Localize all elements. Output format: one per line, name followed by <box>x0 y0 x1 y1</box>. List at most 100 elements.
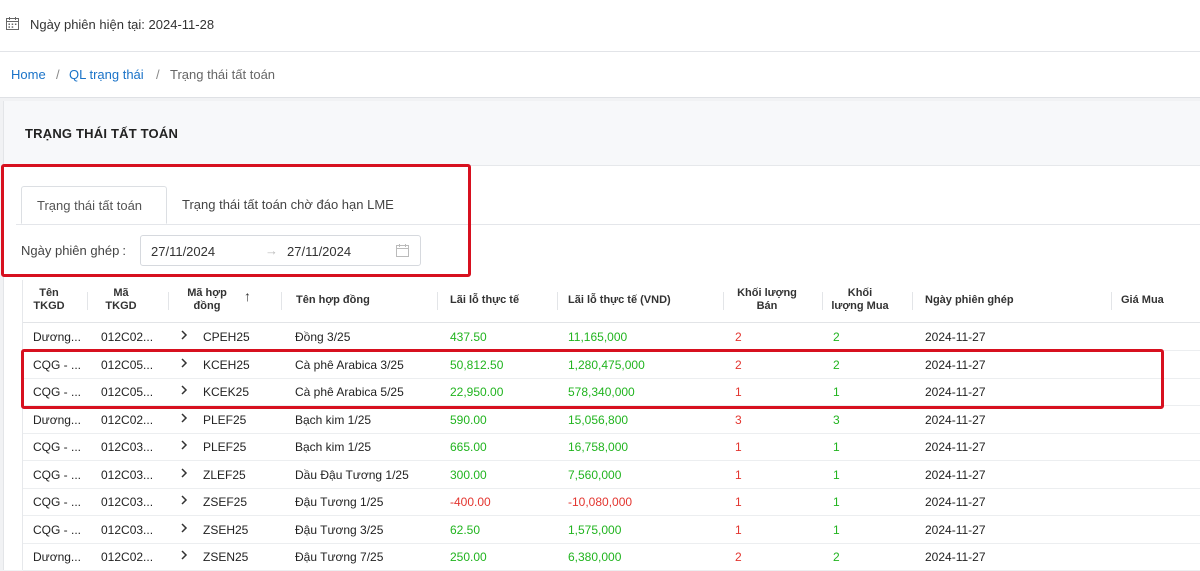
cell-pnl: 62.50 <box>450 522 481 537</box>
chevron-right-icon[interactable] <box>179 438 189 452</box>
cell-account-code: 012C05... <box>101 357 154 372</box>
chevron-right-icon[interactable] <box>179 466 189 480</box>
cell-account-name: CQG - ... <box>33 357 81 372</box>
calendar-icon[interactable] <box>396 244 409 257</box>
chevron-right-icon[interactable] <box>179 411 189 425</box>
cell-pnl: 22,950.00 <box>450 385 504 399</box>
cell-account-name: CQG - ... <box>33 440 81 454</box>
date-range-picker[interactable]: 27/11/2024 → 27/11/2024 <box>140 235 421 266</box>
cell-match-date: 2024-11-27 <box>925 550 986 564</box>
cell-pnl-vnd: 15,056,800 <box>568 412 629 427</box>
tab-settlement-status[interactable]: Trạng thái tất toán <box>21 186 167 224</box>
chevron-right-icon[interactable] <box>179 328 189 342</box>
calendar-icon <box>6 17 19 30</box>
chevron-right-icon[interactable] <box>179 493 189 507</box>
table-row[interactable]: Dương... 012C02... ZSEN25 Đậu Tương 7/25 250… <box>23 543 1200 571</box>
table-row[interactable]: Dương... 012C02... CPEH25 Đồng 3/25 437.50 11… <box>23 323 1200 351</box>
col-header-pnl-vnd[interactable]: Lãi lỗ thực tế (VND) <box>568 294 671 307</box>
table-row[interactable]: CQG - ... 012C05... KCEK25 Cà phê Arabica 5… <box>23 378 1200 406</box>
column-separator <box>87 292 88 310</box>
cell-pnl: 665.00 <box>450 440 487 454</box>
col-header-buy-volume[interactable]: Khối lượng Mua <box>829 287 891 313</box>
cell-account-code: 012C02... <box>101 330 154 344</box>
breadcrumb-home-link[interactable]: Home <box>11 67 46 82</box>
breadcrumb-current: Trạng thái tất toán <box>170 67 276 82</box>
cell-account-code: 012C05... <box>101 385 154 399</box>
card-header: TRẠNG THÁI TẤT TOÁN <box>4 101 1200 166</box>
cell-pnl-vnd: 16,758,000 <box>568 440 629 454</box>
col-header-account-code[interactable]: Mã TKGD <box>105 287 137 313</box>
date-range-arrow-icon: → <box>265 243 278 258</box>
cell-sell-volume: 1 <box>735 495 742 509</box>
chevron-right-icon[interactable] <box>179 548 189 562</box>
date-to-input[interactable]: 27/11/2024 <box>287 244 351 259</box>
tab-lme-pending-settlement[interactable]: Trạng thái tất toán chờ đáo hạn LME <box>182 186 394 224</box>
breadcrumb-separator: / <box>56 67 60 82</box>
cell-sell-volume: 2 <box>735 550 742 564</box>
page-title: TRẠNG THÁI TẤT TOÁN <box>25 126 179 141</box>
cell-sell-volume: 1 <box>735 385 742 399</box>
table-row[interactable]: CQG - ... 012C03... ZLEF25 Dầu Đậu Tương 1/… <box>23 461 1200 489</box>
cell-sell-volume: 1 <box>735 467 742 482</box>
cell-pnl-vnd: 1,575,000 <box>568 522 622 537</box>
cell-pnl-vnd: -10,080,000 <box>568 495 633 509</box>
top-bar: Ngày phiên hiện tại: 2024-11-28 <box>0 0 1200 52</box>
cell-match-date: 2024-11-27 <box>925 495 986 509</box>
table-row[interactable]: CQG - ... 012C03... ZSEF25 Đậu Tương 1/25 -4… <box>23 488 1200 516</box>
table-row[interactable]: Dương... 012C02... PLEF25 Bạch kim 1/25 590.… <box>23 406 1200 434</box>
cell-account-name: Dương... <box>33 550 81 564</box>
col-header-pnl[interactable]: Lãi lỗ thực tế <box>450 294 519 307</box>
col-header-account-name[interactable]: Tên TKGD <box>33 287 65 313</box>
cell-pnl: 50,812.50 <box>450 357 504 372</box>
cell-contract-name: Cà phê Arabica 5/25 <box>295 385 404 399</box>
cell-account-name: CQG - ... <box>33 522 81 537</box>
cell-buy-volume: 1 <box>833 522 840 537</box>
cell-match-date: 2024-11-27 <box>925 440 986 454</box>
col-header-buy-price[interactable]: Giá Mua <box>1121 294 1164 307</box>
sort-ascending-icon[interactable]: ↑ <box>244 289 251 303</box>
col-header-sell-volume[interactable]: Khối lượng Bán <box>733 287 801 313</box>
cell-match-date: 2024-11-27 <box>925 330 986 344</box>
match-date-label: Ngày phiên ghép: <box>21 243 126 258</box>
cell-account-code: 012C03... <box>101 467 154 482</box>
column-separator <box>912 292 913 310</box>
cell-pnl: 250.00 <box>450 550 487 564</box>
breadcrumb-parent-link[interactable]: QL trạng thái <box>69 67 144 82</box>
cell-contract-name: Bạch kim 1/25 <box>295 440 372 454</box>
col-header-match-date[interactable]: Ngày phiên ghép <box>925 294 1014 307</box>
table-row[interactable]: CQG - ... 012C05... KCEH25 Cà phê Arabica 3… <box>23 351 1200 379</box>
chevron-right-icon[interactable] <box>179 383 189 397</box>
cell-contract-code: PLEF25 <box>203 412 247 427</box>
cell-sell-volume: 1 <box>735 440 742 454</box>
cell-account-code: 012C02... <box>101 550 154 564</box>
cell-contract-code: ZSEF25 <box>203 495 248 509</box>
tabs-divider <box>16 224 1200 225</box>
cell-account-name: CQG - ... <box>33 495 81 509</box>
chevron-right-icon[interactable] <box>179 521 189 535</box>
cell-sell-volume: 3 <box>735 412 742 427</box>
cell-pnl: 437.50 <box>450 330 487 344</box>
col-header-contract-name[interactable]: Tên hợp đồng <box>296 294 370 307</box>
cell-sell-volume: 2 <box>735 357 742 372</box>
cell-match-date: 2024-11-27 <box>925 467 986 482</box>
cell-pnl-vnd: 7,560,000 <box>568 467 622 482</box>
cell-contract-name: Bạch kim 1/25 <box>295 412 372 427</box>
cell-contract-name: Đậu Tương 1/25 <box>295 495 384 509</box>
column-separator <box>723 292 724 310</box>
cell-buy-volume: 3 <box>833 412 840 427</box>
table-row[interactable]: CQG - ... 012C03... ZSEH25 Đậu Tương 3/25 62… <box>23 516 1200 544</box>
cell-buy-volume: 2 <box>833 330 840 344</box>
cell-buy-volume: 2 <box>833 550 840 564</box>
date-from-input[interactable]: 27/11/2024 <box>151 244 215 259</box>
table-row[interactable]: CQG - ... 012C03... PLEF25 Bạch kim 1/25 665… <box>23 433 1200 461</box>
col-header-contract-code[interactable]: Mã hợp đồng <box>183 287 231 313</box>
current-session-date: Ngày phiên hiện tại: 2024-11-28 <box>30 17 215 32</box>
cell-account-name: CQG - ... <box>33 467 81 482</box>
chevron-right-icon[interactable] <box>179 356 189 370</box>
cell-sell-volume: 1 <box>735 522 742 537</box>
cell-pnl-vnd: 6,380,000 <box>568 550 622 564</box>
cell-pnl-vnd: 578,340,000 <box>568 385 635 399</box>
cell-contract-code: CPEH25 <box>203 330 250 344</box>
cell-pnl-vnd: 11,165,000 <box>568 330 628 344</box>
column-separator <box>168 292 169 310</box>
